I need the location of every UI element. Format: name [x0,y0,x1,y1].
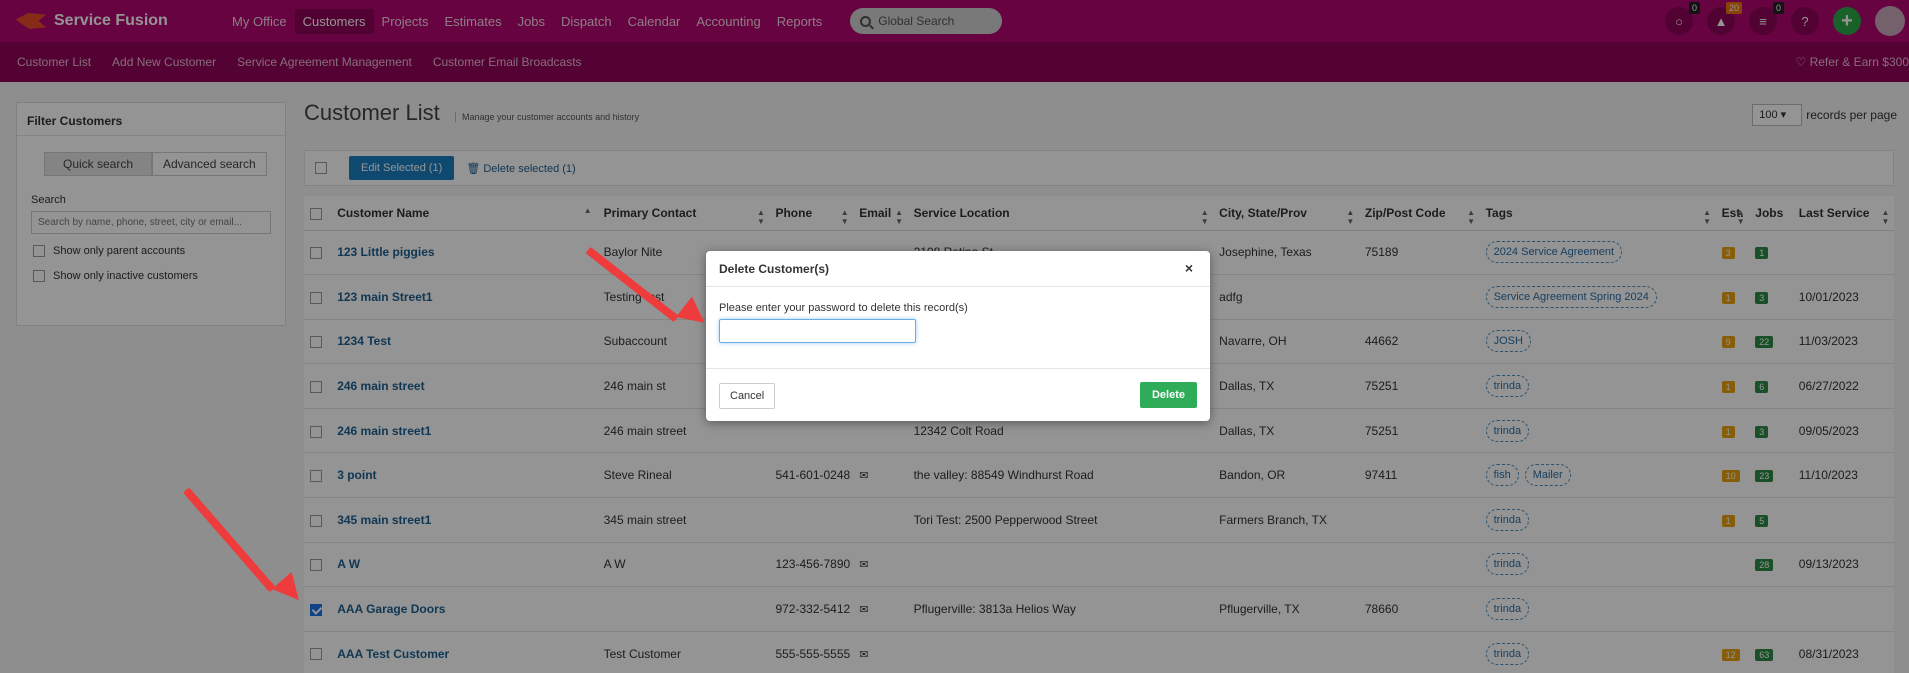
modal-header: Delete Customer(s) × [706,251,1210,287]
cancel-button[interactable]: Cancel [719,383,776,409]
modal-message: Please enter your password to delete thi… [719,302,968,314]
modal-title: Delete Customer(s) [719,262,830,276]
delete-customer-modal: Delete Customer(s) × Please enter your p… [706,251,1210,421]
modal-footer: Cancel Delete [706,369,1210,421]
delete-button[interactable]: Delete [1139,382,1197,408]
modal-body: Please enter your password to delete thi… [706,287,1210,369]
password-input[interactable] [719,319,916,343]
close-icon[interactable]: × [1185,260,1193,276]
